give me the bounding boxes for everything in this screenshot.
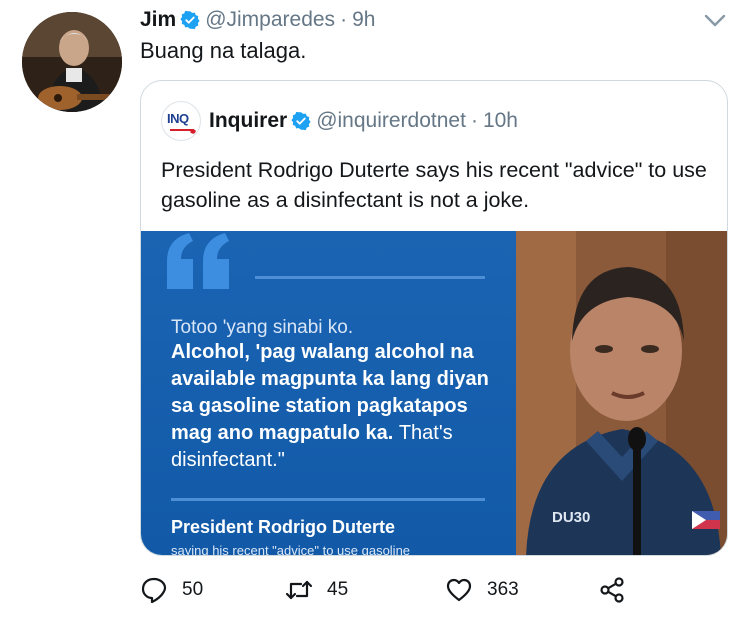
quote-attribution: President Rodrigo Duterte — [171, 517, 396, 537]
separator-dot: · — [470, 109, 478, 132]
reply-button[interactable]: 50 — [140, 576, 203, 604]
divider-line — [171, 498, 485, 501]
quote-card-panel: Totoo 'yang sinabi ko. Alcohol, 'pag wal… — [141, 231, 516, 556]
chevron-down-icon[interactable] — [700, 10, 730, 32]
author-name[interactable]: Jim — [140, 8, 176, 32]
person-with-guitar-avatar — [22, 12, 122, 112]
retweet-button[interactable]: 45 — [285, 576, 348, 604]
reply-icon — [141, 577, 167, 604]
quoted-tweet-text: President Rodrigo Duterte says his recen… — [161, 158, 707, 212]
avatar[interactable] — [22, 12, 122, 112]
share-button[interactable] — [598, 576, 640, 604]
verified-badge-icon — [180, 10, 200, 30]
quotation-mark-icon — [167, 233, 229, 289]
retweet-icon — [285, 580, 313, 600]
speaker-photo — [516, 231, 727, 555]
quoted-author-handle: @inquirerdotnet — [316, 109, 466, 132]
logo-flame-icon — [170, 129, 196, 134]
quoted-author-name: Inquirer — [209, 109, 288, 132]
inquirer-logo[interactable]: INQ — [161, 101, 201, 141]
quote-caption: saying his recent "advice" to use gasoli… — [171, 543, 411, 556]
like-count: 363 — [487, 579, 519, 600]
quoted-tweet[interactable]: INQ Inquirer @inquirerdotnet · 10h Presi… — [140, 80, 728, 556]
heart-icon — [446, 578, 472, 602]
share-icon — [600, 577, 624, 603]
quote-intro: Totoo 'yang sinabi ko. — [171, 317, 354, 338]
separator-dot: · — [340, 8, 348, 31]
quoted-tweet-image[interactable]: Totoo 'yang sinabi ko. Alcohol, 'pag wal… — [141, 231, 727, 556]
reply-count: 50 — [182, 579, 204, 600]
author-handle[interactable]: @Jimparedes — [205, 8, 335, 32]
like-button[interactable]: 363 — [445, 576, 519, 604]
retweet-count: 45 — [327, 579, 349, 600]
quote-body: Alcohol, 'pag walang alcohol na availabl… — [171, 339, 506, 474]
jacket-label: DU30 — [552, 509, 591, 526]
quoted-tweet-header: INQ Inquirer @inquirerdotnet · 10h — [161, 101, 518, 141]
quoted-timestamp: 10h — [482, 109, 518, 132]
tweet-header: Jim @Jimparedes · 9h — [140, 8, 375, 32]
action-bar: 50 45 363 — [140, 572, 700, 612]
tweet-timestamp[interactable]: 9h — [352, 8, 375, 32]
verified-badge-icon — [291, 111, 311, 131]
divider-line — [255, 276, 485, 279]
tweet-text: Buang na talaga. — [140, 38, 307, 63]
